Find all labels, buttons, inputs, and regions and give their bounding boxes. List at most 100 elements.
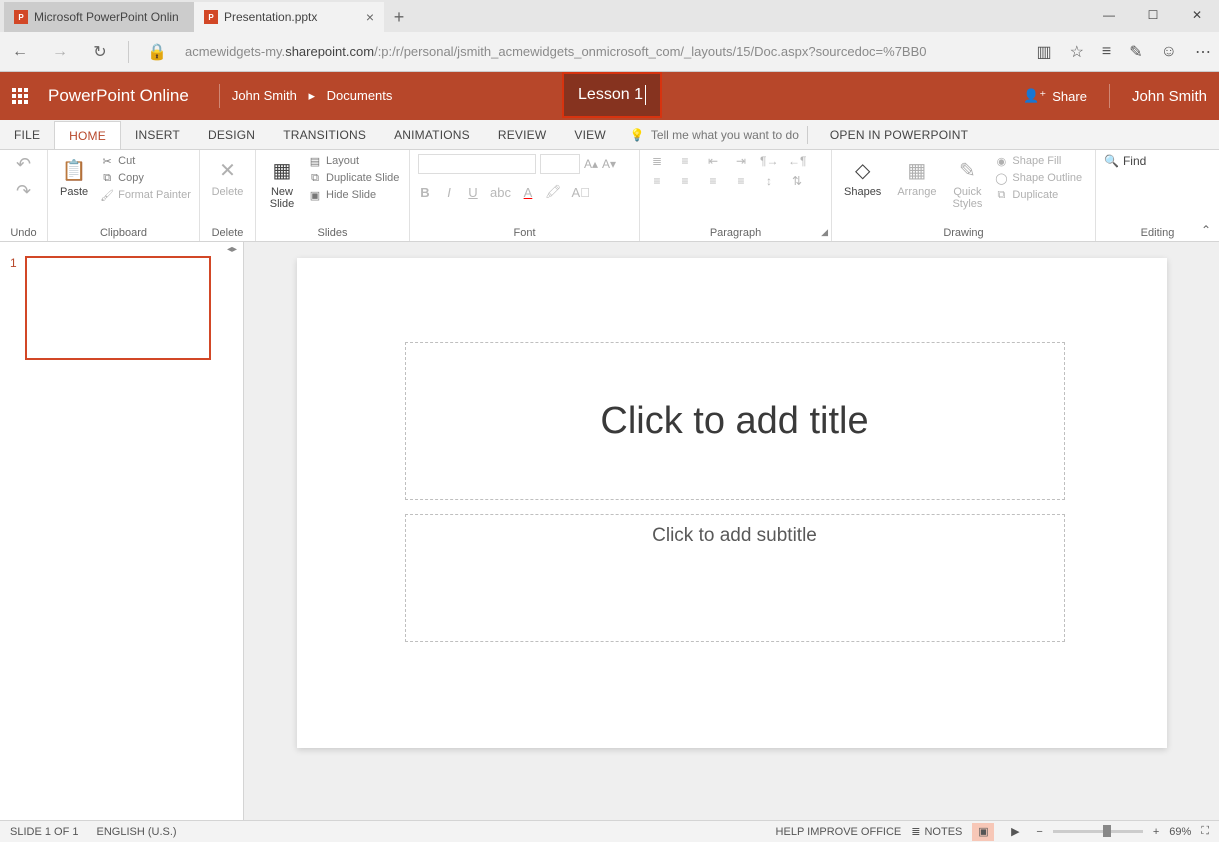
underline-button[interactable]: U — [466, 185, 480, 200]
more-icon[interactable]: ⋯ — [1195, 42, 1211, 62]
breadcrumb-user[interactable]: John Smith — [232, 88, 297, 103]
new-slide-button[interactable]: ▦ New Slide — [264, 154, 300, 212]
share-button[interactable]: 👤⁺ Share — [1023, 88, 1087, 104]
strike-button[interactable]: abc — [490, 185, 511, 200]
duplicate-shape-button[interactable]: ⧉Duplicate — [994, 188, 1082, 202]
text-direction-button[interactable]: ⇅ — [788, 174, 806, 188]
subtitle-placeholder[interactable]: Click to add subtitle — [405, 514, 1065, 642]
slide-count[interactable]: SLIDE 1 OF 1 — [10, 826, 78, 838]
hide-slide-button[interactable]: ▣Hide Slide — [308, 188, 399, 202]
tab-home[interactable]: HOME — [54, 121, 121, 149]
format-painter-button[interactable]: 🖌Format Painter — [100, 188, 191, 202]
tab-design[interactable]: DESIGN — [194, 121, 269, 149]
group-editing-label: Editing — [1104, 225, 1211, 239]
slide-canvas[interactable]: Click to add title Click to add subtitle — [244, 242, 1219, 820]
copy-button[interactable]: ⧉Copy — [100, 171, 191, 185]
bullets-button[interactable]: ≣ — [648, 154, 666, 168]
close-icon[interactable]: × — [366, 9, 374, 25]
tab-transitions[interactable]: TRANSITIONS — [269, 121, 380, 149]
back-button[interactable]: ← — [8, 43, 32, 61]
copy-icon: ⧉ — [100, 171, 114, 185]
filename-input[interactable]: Lesson 1 — [562, 72, 662, 118]
justify-button[interactable]: ≡ — [732, 174, 750, 188]
language[interactable]: ENGLISH (U.S.) — [96, 826, 176, 838]
cut-button[interactable]: ✂Cut — [100, 154, 191, 168]
reading-icon[interactable]: ▥ — [1036, 42, 1051, 62]
collapse-ribbon-button[interactable]: ⌃ — [1201, 223, 1211, 237]
clear-format-button[interactable]: A⃠ — [571, 185, 589, 200]
delete-button[interactable]: ✕ Delete — [208, 154, 248, 200]
zoom-out-button[interactable]: − — [1036, 826, 1042, 838]
ltr-button[interactable]: ¶→ — [760, 154, 778, 168]
highlight-button[interactable]: 🖍 — [545, 184, 562, 200]
title-placeholder[interactable]: Click to add title — [405, 342, 1065, 500]
paste-button[interactable]: 📋 Paste — [56, 154, 92, 200]
grow-font-button[interactable]: A▴ — [584, 157, 598, 171]
layout-button[interactable]: ▤Layout — [308, 154, 399, 168]
slide[interactable]: Click to add title Click to add subtitle — [297, 258, 1167, 748]
normal-view-button[interactable]: ▣ — [972, 823, 994, 841]
thumbnail-pane: ◂▸ 1 — [0, 242, 244, 820]
find-button[interactable]: 🔍 Find — [1104, 154, 1146, 168]
slideshow-view-button[interactable]: ▶ — [1004, 823, 1026, 841]
favorite-icon[interactable]: ☆ — [1070, 42, 1084, 62]
bold-button[interactable]: B — [418, 185, 432, 200]
tell-me-input[interactable]: 💡 Tell me what you want to do — [630, 128, 799, 142]
align-left-button[interactable]: ≡ — [648, 174, 666, 188]
font-color-button[interactable]: A — [521, 185, 535, 200]
forward-button[interactable]: → — [48, 43, 72, 61]
hub-icon[interactable]: ≡ — [1102, 43, 1111, 61]
pane-resize-icon[interactable]: ◂▸ — [227, 244, 237, 255]
notes-icon[interactable]: ✎ — [1129, 42, 1142, 62]
scissors-icon: ✂ — [100, 154, 114, 168]
font-family-select[interactable] — [418, 154, 536, 174]
open-in-powerpoint[interactable]: OPEN IN POWERPOINT — [816, 121, 982, 149]
notes-button[interactable]: ≣ NOTES — [911, 825, 962, 838]
zoom-in-button[interactable]: + — [1153, 826, 1159, 838]
outdent-button[interactable]: ⇤ — [704, 154, 722, 168]
arrange-button[interactable]: ▦ Arrange — [893, 154, 940, 200]
fit-button[interactable]: ⛶ — [1201, 825, 1209, 838]
duplicate-slide-button[interactable]: ⧉Duplicate Slide — [308, 171, 399, 185]
user-name[interactable]: John Smith — [1132, 88, 1207, 105]
italic-button[interactable]: I — [442, 185, 456, 200]
maximize-button[interactable]: ☐ — [1131, 0, 1175, 30]
breadcrumb-folder[interactable]: Documents — [327, 88, 393, 103]
quick-styles-button[interactable]: ✎ Quick Styles — [948, 154, 986, 212]
shape-fill-button[interactable]: ◉Shape Fill — [994, 154, 1082, 168]
tab-animations[interactable]: ANIMATIONS — [380, 121, 484, 149]
close-window-button[interactable]: ✕ — [1175, 0, 1219, 30]
browser-tab-active[interactable]: P Presentation.pptx × — [194, 2, 384, 32]
slide-thumbnail[interactable] — [25, 256, 211, 360]
minimize-button[interactable]: — — [1087, 0, 1131, 30]
new-tab-button[interactable]: + — [384, 2, 414, 32]
zoom-level[interactable]: 69% — [1169, 826, 1191, 838]
app-launcher-icon[interactable] — [12, 88, 28, 104]
tab-file[interactable]: FILE — [0, 121, 54, 149]
numbering-button[interactable]: ≡ — [676, 154, 694, 168]
tab-insert[interactable]: INSERT — [121, 121, 194, 149]
shapes-button[interactable]: ◇ Shapes — [840, 154, 885, 200]
line-spacing-button[interactable]: ↕ — [760, 174, 778, 188]
rtl-button[interactable]: ←¶ — [788, 154, 806, 168]
help-improve[interactable]: HELP IMPROVE OFFICE — [776, 826, 902, 838]
shape-outline-button[interactable]: ◯Shape Outline — [994, 171, 1082, 185]
tab-review[interactable]: REVIEW — [484, 121, 561, 149]
profile-icon[interactable]: ☺ — [1161, 43, 1177, 61]
indent-button[interactable]: ⇥ — [732, 154, 750, 168]
browser-tab[interactable]: P Microsoft PowerPoint Onlin — [4, 2, 194, 32]
search-icon: 🔍 — [1104, 154, 1119, 168]
undo-button[interactable]: ↶ — [16, 154, 31, 175]
align-center-button[interactable]: ≡ — [676, 174, 694, 188]
powerpoint-icon: P — [204, 10, 218, 24]
font-size-select[interactable] — [540, 154, 580, 174]
paragraph-launcher[interactable]: ◢ — [821, 227, 828, 238]
shrink-font-button[interactable]: A▾ — [602, 157, 616, 171]
group-delete-label: Delete — [208, 225, 247, 239]
zoom-slider[interactable] — [1053, 830, 1143, 833]
redo-button[interactable]: ↷ — [16, 181, 31, 202]
address-bar[interactable]: acmewidgets-my.sharepoint.com/:p:/r/pers… — [185, 44, 1020, 59]
refresh-button[interactable]: ↻ — [88, 42, 112, 62]
align-right-button[interactable]: ≡ — [704, 174, 722, 188]
tab-view[interactable]: VIEW — [560, 121, 619, 149]
